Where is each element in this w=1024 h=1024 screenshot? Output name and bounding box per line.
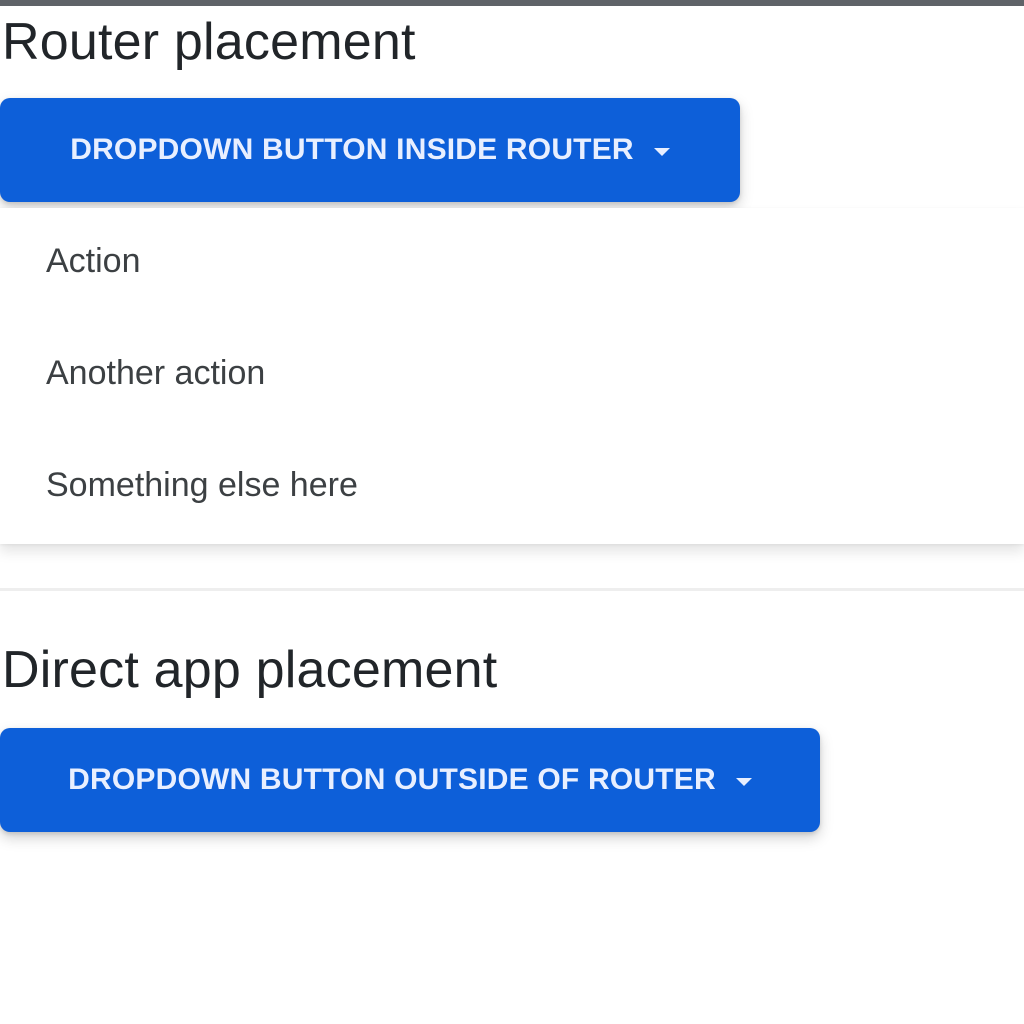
menu-item-action[interactable]: Action: [46, 244, 141, 278]
dropdown-button-label: DROPDOWN BUTTON OUTSIDE OF ROUTER: [68, 763, 716, 796]
menu-item-another-action[interactable]: Another action: [46, 356, 265, 390]
section-title-direct-app-placement: Direct app placement: [2, 641, 498, 699]
section-title-router-placement: Router placement: [2, 13, 416, 71]
caret-down-icon: [735, 778, 752, 786]
dropdown-button-label: DROPDOWN BUTTON INSIDE ROUTER: [70, 133, 634, 166]
dropdown-button-inside-router[interactable]: DROPDOWN BUTTON INSIDE ROUTER: [0, 98, 740, 202]
top-border: [0, 0, 1024, 6]
dropdown-button-outside-router[interactable]: DROPDOWN BUTTON OUTSIDE OF ROUTER: [0, 728, 820, 832]
menu-item-something-else[interactable]: Something else here: [46, 468, 358, 502]
dropdown-menu: Action Another action Something else her…: [0, 208, 1024, 544]
caret-down-icon: [653, 148, 670, 156]
section-divider: [0, 588, 1024, 591]
